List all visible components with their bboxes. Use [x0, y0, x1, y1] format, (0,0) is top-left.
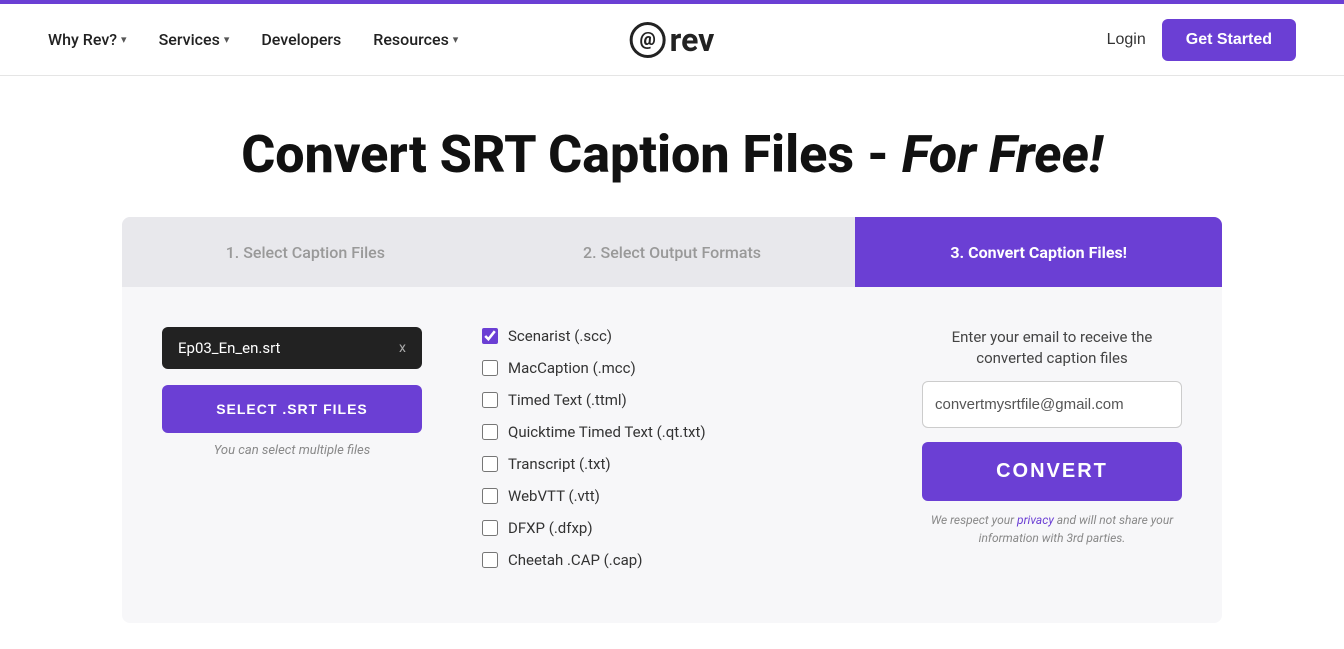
select-hint: You can select multiple files — [162, 443, 422, 458]
page-title: Convert SRT Caption Files - For Free! — [0, 124, 1344, 185]
remove-file-button[interactable]: x — [399, 340, 406, 356]
chevron-down-icon: ▾ — [121, 33, 127, 46]
logo-wordmark: rev — [670, 21, 715, 59]
format-transcript: Transcript (.txt) — [482, 455, 862, 473]
steps-bar: 1. Select Caption Files 2. Select Output… — [122, 217, 1222, 287]
nav-item-developers[interactable]: Developers — [261, 30, 341, 49]
hero-title-italic: For Free! — [902, 124, 1103, 185]
checkbox-quicktime[interactable] — [482, 424, 498, 440]
email-instruction: Enter your email to receive the converte… — [922, 327, 1182, 369]
selected-file-tag: Ep03_En_en.srt x — [162, 327, 422, 369]
format-dfxp: DFXP (.dfxp) — [482, 519, 862, 537]
convert-button[interactable]: CONVERT — [922, 442, 1182, 501]
format-timed-text: Timed Text (.ttml) — [482, 391, 862, 409]
chevron-down-icon: ▾ — [453, 33, 459, 46]
file-upload-column: Ep03_En_en.srt x SELECT .SRT FILES You c… — [162, 327, 422, 583]
hero-title-normal: Convert SRT Caption Files - — [241, 124, 902, 185]
checkbox-webvtt[interactable] — [482, 488, 498, 504]
nav-label-why-rev: Why Rev? — [48, 30, 117, 49]
nav-label-services: Services — [159, 30, 220, 49]
step-3[interactable]: 3. Convert Caption Files! — [855, 217, 1222, 287]
checkbox-cheetah[interactable] — [482, 552, 498, 568]
step-1[interactable]: 1. Select Caption Files — [122, 217, 489, 287]
logo-text: @ rev — [630, 21, 715, 59]
nav-item-resources[interactable]: Resources ▾ — [373, 30, 458, 49]
checkbox-transcript[interactable] — [482, 456, 498, 472]
format-label-webvtt: WebVTT (.vtt) — [508, 487, 600, 505]
step-1-label: 1. Select Caption Files — [226, 243, 385, 262]
logo[interactable]: @ rev — [630, 21, 715, 59]
get-started-button[interactable]: Get Started — [1162, 19, 1296, 61]
file-name: Ep03_En_en.srt — [178, 339, 280, 357]
nav-item-why-rev[interactable]: Why Rev? ▾ — [48, 30, 127, 49]
step-2-label: 2. Select Output Formats — [583, 243, 761, 262]
nav-left: Why Rev? ▾ Services ▾ Developers Resourc… — [48, 30, 458, 49]
format-label-transcript: Transcript (.txt) — [508, 455, 611, 473]
logo-icon: @ — [630, 22, 666, 58]
format-scenarist: Scenarist (.scc) — [482, 327, 862, 345]
format-selection-column: Scenarist (.scc) MacCaption (.mcc) Timed… — [482, 327, 862, 583]
step-2[interactable]: 2. Select Output Formats — [489, 217, 856, 287]
checkbox-timed-text[interactable] — [482, 392, 498, 408]
columns-container: Ep03_En_en.srt x SELECT .SRT FILES You c… — [122, 287, 1222, 583]
hero-section: Convert SRT Caption Files - For Free! — [0, 76, 1344, 217]
select-srt-button[interactable]: SELECT .SRT FILES — [162, 385, 422, 433]
checkbox-scenarist[interactable] — [482, 328, 498, 344]
email-convert-column: Enter your email to receive the converte… — [922, 327, 1182, 583]
privacy-link[interactable]: privacy — [1017, 513, 1054, 527]
checkbox-maccaption[interactable] — [482, 360, 498, 376]
format-quicktime: Quicktime Timed Text (.qt.txt) — [482, 423, 862, 441]
format-label-cheetah: Cheetah .CAP (.cap) — [508, 551, 642, 569]
chevron-down-icon: ▾ — [224, 33, 230, 46]
main-card: 1. Select Caption Files 2. Select Output… — [122, 217, 1222, 623]
format-maccaption: MacCaption (.mcc) — [482, 359, 862, 377]
format-label-quicktime: Quicktime Timed Text (.qt.txt) — [508, 423, 706, 441]
checkbox-dfxp[interactable] — [482, 520, 498, 536]
login-button[interactable]: Login — [1107, 31, 1146, 49]
nav-label-developers: Developers — [261, 30, 341, 49]
privacy-note: We respect your privacy and will not sha… — [922, 511, 1182, 547]
format-label-dfxp: DFXP (.dfxp) — [508, 519, 593, 537]
format-cheetah: Cheetah .CAP (.cap) — [482, 551, 862, 569]
nav-right: Login Get Started — [1107, 19, 1296, 61]
format-label-maccaption: MacCaption (.mcc) — [508, 359, 636, 377]
email-input[interactable] — [922, 381, 1182, 428]
format-label-timed-text: Timed Text (.ttml) — [508, 391, 627, 409]
step-3-label: 3. Convert Caption Files! — [950, 243, 1127, 262]
privacy-text-before: We respect your — [931, 513, 1017, 527]
navbar: Why Rev? ▾ Services ▾ Developers Resourc… — [0, 4, 1344, 76]
format-webvtt: WebVTT (.vtt) — [482, 487, 862, 505]
nav-label-resources: Resources — [373, 30, 449, 49]
format-label-scenarist: Scenarist (.scc) — [508, 327, 612, 345]
nav-item-services[interactable]: Services ▾ — [159, 30, 230, 49]
